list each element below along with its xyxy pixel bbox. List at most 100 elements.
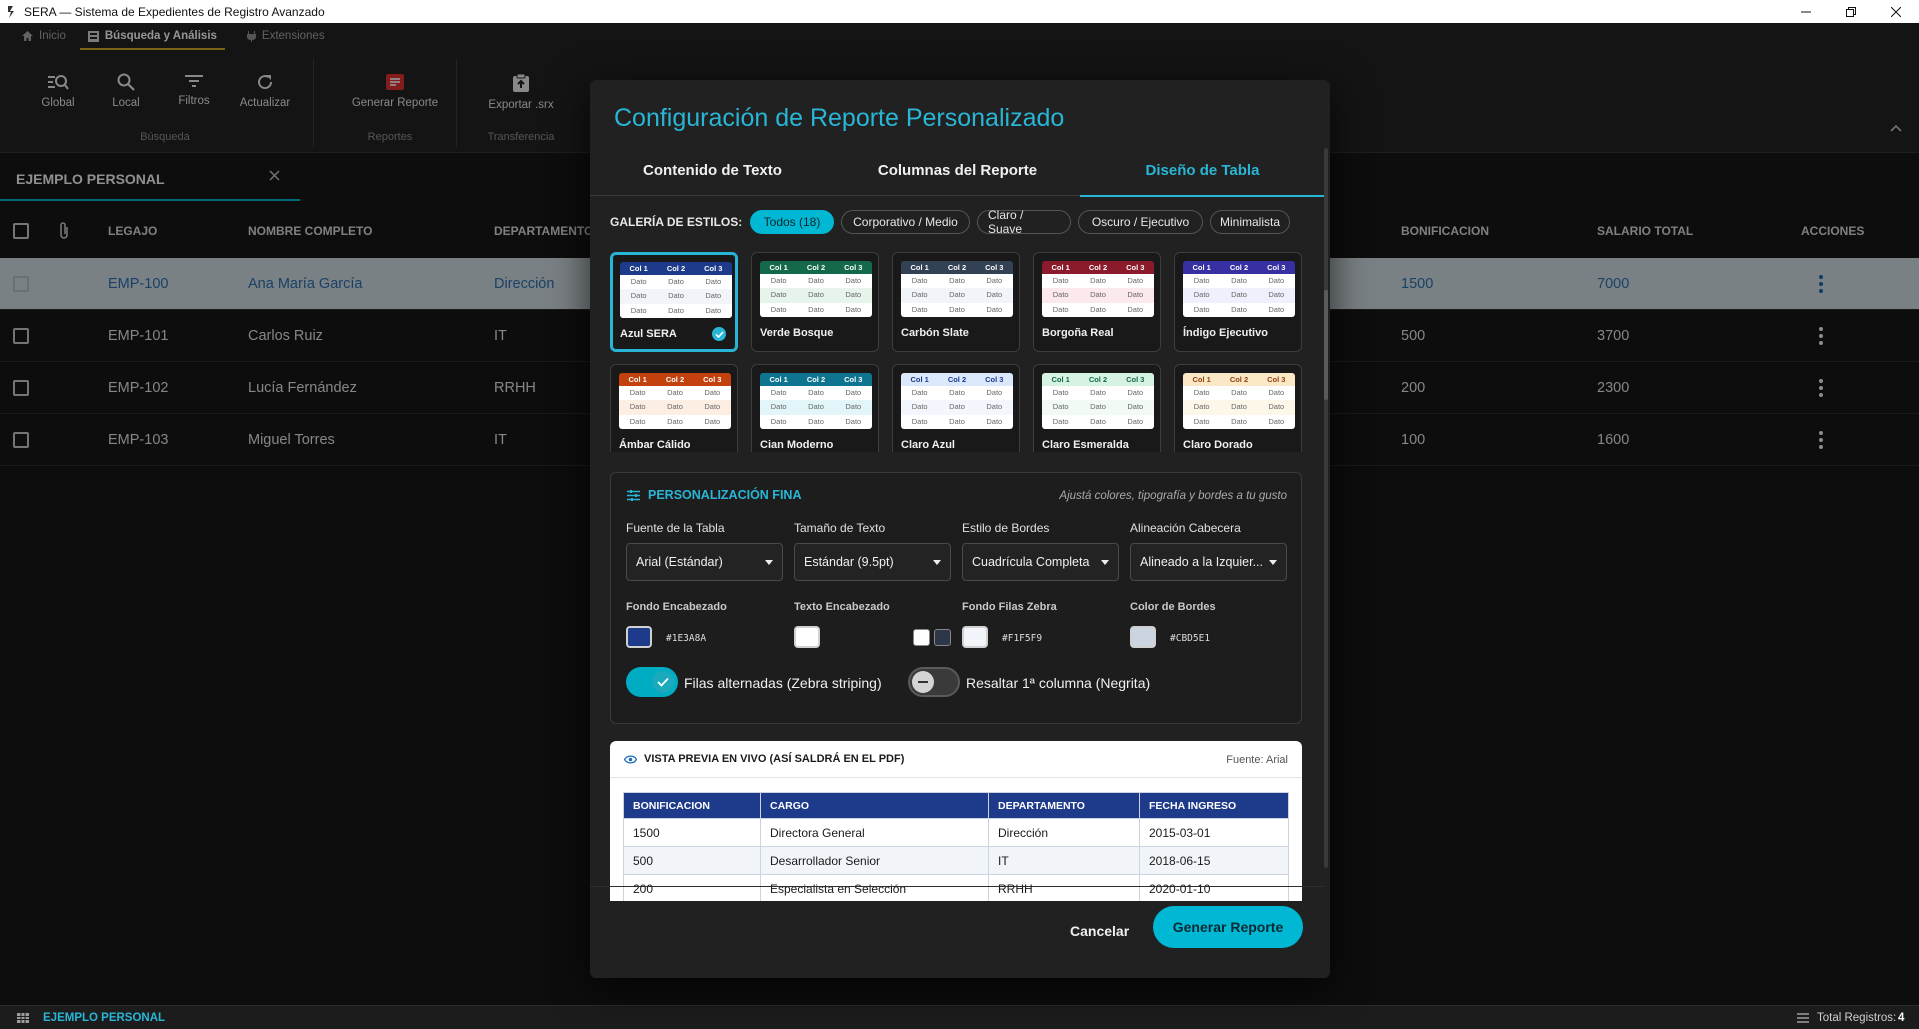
chevron-down-icon — [1101, 560, 1109, 565]
maximize-button[interactable] — [1828, 0, 1874, 23]
thumbnail-header-cell: Col 1 — [628, 375, 647, 384]
text-size-select[interactable]: Estándar (9.5pt) — [794, 543, 951, 581]
thumbnail-cell: Dato — [1268, 388, 1285, 397]
thumbnail-cell: Dato — [845, 416, 862, 426]
thumbnail-cell: Dato — [949, 416, 965, 426]
thumbnail-cell: Dato — [949, 290, 965, 300]
zebra-color-white-option[interactable] — [913, 629, 930, 646]
generate-report-submit-button[interactable]: Generar Reporte — [1153, 906, 1303, 948]
style-card[interactable]: Col 1 Col 2 Col 3 Dato Dato Dato Dato Dato Dato D… — [1033, 252, 1161, 352]
eye-icon — [624, 754, 637, 764]
border-color-swatch[interactable] — [1130, 626, 1156, 648]
chip-oscuro[interactable]: Oscuro / Ejecutivo — [1078, 210, 1203, 234]
style-card-name: Índigo Ejecutivo — [1183, 327, 1268, 339]
style-card[interactable]: Col 1 Col 2 Col 3 Dato Dato Dato Dato Dato Dato D… — [1033, 364, 1161, 452]
chip-claro[interactable]: Claro / Suave — [977, 208, 1071, 236]
header-text-color-swatch[interactable] — [794, 626, 820, 648]
thumbnail-cell: Dato — [808, 290, 824, 300]
thumbnail-cell: Dato — [629, 416, 646, 426]
style-thumbnail: Col 1 Col 2 Col 3 Dato Dato Dato Dato Dato Dato D… — [901, 373, 1013, 429]
tab-contenido-texto[interactable]: Contenido de Texto — [590, 144, 835, 196]
thumbnail-header-cell: Col 2 — [665, 375, 685, 384]
thumbnail-cell: Dato — [1052, 304, 1069, 314]
thumbnail-cell: Dato — [1193, 276, 1210, 285]
style-card[interactable]: Col 1 Col 2 Col 3 Dato Dato Dato Dato Dato Dato D… — [1174, 364, 1302, 452]
tab-columnas-reporte[interactable]: Columnas del Reporte — [835, 144, 1080, 196]
style-card[interactable]: Col 1 Col 2 Col 3 Dato Dato Dato Dato Dato Dato D… — [892, 364, 1020, 452]
thumbnail-cell: Dato — [705, 305, 722, 315]
style-thumbnail: Col 1 Col 2 Col 3 Dato Dato Dato Dato Dato Dato D… — [619, 373, 731, 429]
thumbnail-cell: Dato — [986, 416, 1003, 426]
thumbnail-cell: Dato — [949, 276, 965, 285]
cancel-button[interactable]: Cancelar — [1070, 923, 1129, 939]
thumbnail-cell: Dato — [1090, 388, 1106, 397]
preview-cell: 1500 — [623, 818, 761, 847]
thumbnail-cell: Dato — [1268, 304, 1285, 314]
minimize-button[interactable] — [1783, 0, 1829, 23]
app-icon — [8, 5, 14, 18]
list-icon — [1797, 1013, 1809, 1023]
thumbnail-cell: Dato — [1052, 416, 1069, 426]
thumbnail-cell: Dato — [1268, 416, 1285, 426]
style-card[interactable]: Col 1 Col 2 Col 3 Dato Dato Dato Dato Dato Dato D… — [610, 364, 738, 452]
thumbnail-cell: Dato — [630, 305, 647, 315]
thumbnail-header-cell: Col 3 — [844, 263, 863, 272]
thumbnail-cell: Dato — [808, 388, 824, 397]
thumbnail-cell: Dato — [1193, 402, 1210, 412]
first-column-bold-label: Resaltar 1ª columna (Negrita) — [966, 675, 1151, 691]
thumbnail-cell: Dato — [770, 290, 787, 300]
thumbnail-cell: Dato — [705, 277, 722, 286]
tune-icon — [627, 489, 640, 501]
chip-corporativo[interactable]: Corporativo / Medio — [841, 210, 970, 234]
dialog-footer: Cancelar Generar Reporte — [590, 886, 1325, 978]
style-card[interactable]: Col 1 Col 2 Col 3 Dato Dato Dato Dato Dato Dato D… — [751, 252, 879, 352]
thumbnail-header-cell: Col 2 — [1229, 263, 1249, 272]
font-select[interactable]: Arial (Estándar) — [626, 543, 783, 581]
style-card[interactable]: Col 1 Col 2 Col 3 Dato Dato Dato Dato Dato Dato D… — [610, 252, 738, 352]
thumbnail-cell: Dato — [630, 291, 647, 301]
thumbnail-cell: Dato — [1090, 304, 1106, 314]
dialog-scrollbar[interactable] — [1324, 148, 1328, 868]
minimize-icon — [1801, 11, 1811, 12]
thumbnail-cell: Dato — [1090, 416, 1106, 426]
thumbnail-cell: Dato — [1193, 416, 1210, 426]
style-card-name: Borgoña Real — [1042, 327, 1114, 339]
thumbnail-cell: Dato — [770, 304, 787, 314]
style-card[interactable]: Col 1 Col 2 Col 3 Dato Dato Dato Dato Dato Dato D… — [892, 252, 1020, 352]
close-window-button[interactable] — [1873, 0, 1919, 23]
live-preview-header: VISTA PREVIA EN VIVO (ASÍ SALDRÁ EN EL P… — [624, 753, 904, 765]
header-align-select[interactable]: Alineado a la Izquier... — [1130, 543, 1287, 581]
border-style-select[interactable]: Cuadrícula Completa — [962, 543, 1119, 581]
dialog-scrollbar-thumb[interactable] — [1324, 290, 1328, 400]
thumbnail-cell: Dato — [1268, 402, 1285, 412]
dialog-title: Configuración de Reporte Personalizado — [614, 104, 1065, 132]
style-thumbnail: Col 1 Col 2 Col 3 Dato Dato Dato Dato Dato Dato D… — [901, 261, 1013, 317]
style-thumbnail: Col 1 Col 2 Col 3 Dato Dato Dato Dato Dato Dato D… — [1042, 261, 1154, 317]
style-card[interactable]: Col 1 Col 2 Col 3 Dato Dato Dato Dato Dato Dato D… — [751, 364, 879, 452]
thumbnail-header-cell: Col 3 — [703, 375, 722, 384]
thumbnail-cell: Dato — [986, 402, 1003, 412]
thumbnail-cell: Dato — [1231, 304, 1247, 314]
zebra-color-dark-option[interactable] — [934, 629, 951, 646]
thumbnail-cell: Dato — [949, 304, 965, 314]
tab-diseno-tabla[interactable]: Diseño de Tabla — [1080, 144, 1325, 197]
style-card[interactable]: Col 1 Col 2 Col 3 Dato Dato Dato Dato Dato Dato D… — [1174, 252, 1302, 352]
thumbnail-cell: Dato — [1090, 402, 1106, 412]
thumbnail-cell: Dato — [986, 388, 1003, 397]
thumbnail-cell: Dato — [949, 388, 965, 397]
thumbnail-cell: Dato — [911, 290, 928, 300]
thumbnail-header-cell: Col 3 — [1126, 375, 1145, 384]
toggle-knob — [652, 671, 674, 693]
thumbnail-cell: Dato — [1231, 416, 1247, 426]
thumbnail-cell: Dato — [1127, 416, 1144, 426]
chip-minimalista[interactable]: Minimalista — [1210, 210, 1290, 234]
chip-todos[interactable]: Todos (18) — [750, 210, 834, 234]
thumbnail-header-cell: Col 2 — [1229, 375, 1249, 384]
style-card-name: Verde Bosque — [760, 327, 834, 339]
thumbnail-cell: Dato — [986, 290, 1003, 300]
preview-header-cell: CARGO — [760, 792, 989, 819]
zebra-toggle[interactable] — [626, 667, 678, 697]
header-bg-color-swatch[interactable] — [626, 626, 652, 648]
first-column-bold-toggle[interactable] — [908, 667, 960, 697]
zebra-color-swatch[interactable] — [962, 626, 988, 648]
